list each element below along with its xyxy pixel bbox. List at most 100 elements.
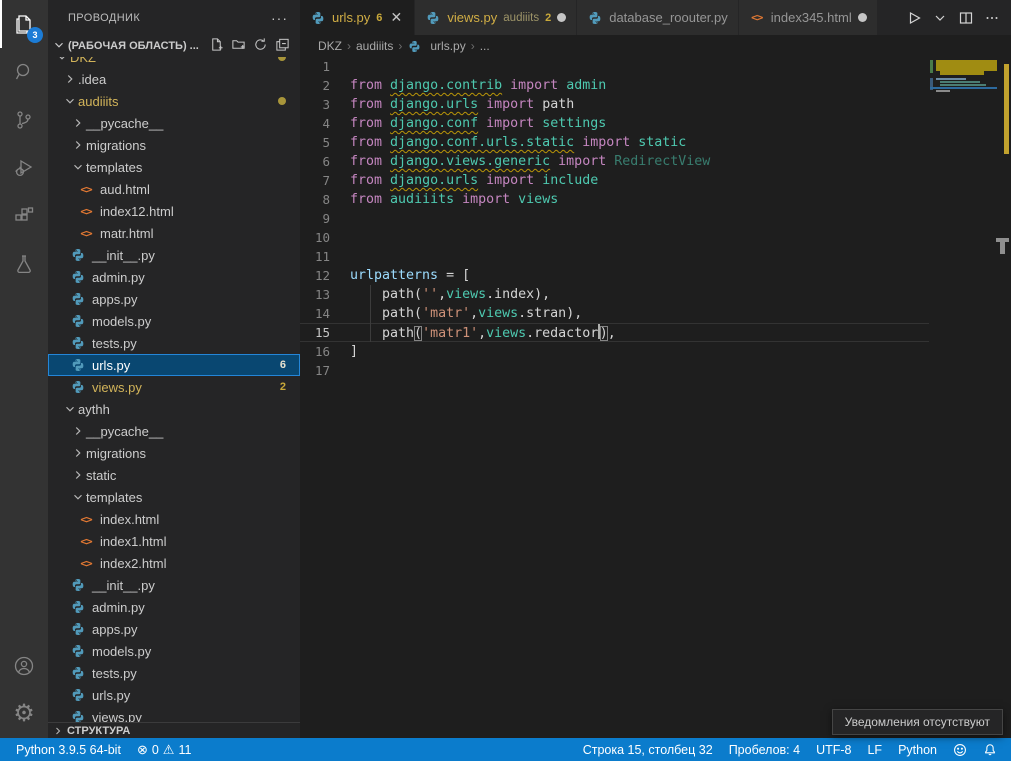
tree-item-templates[interactable]: templates [48, 156, 300, 178]
code-line[interactable]: 13 path('',views.index), [300, 285, 929, 304]
tab-views-py[interactable]: views.pyaudiiits2 [415, 0, 577, 35]
code-line[interactable]: 7from django.urls import include [300, 171, 929, 190]
code-line[interactable]: 1 [300, 57, 929, 76]
code-line[interactable]: 11 [300, 247, 929, 266]
tree-item--pycache-[interactable]: __pycache__ [48, 420, 300, 442]
breadcrumb-item[interactable]: audiiits [356, 39, 393, 53]
encoding-status[interactable]: UTF-8 [808, 738, 859, 761]
tree-item-tests-py[interactable]: tests.py [48, 662, 300, 684]
extensions-icon[interactable] [0, 192, 48, 240]
editor-scrollbar[interactable] [997, 57, 1011, 738]
tree-item-views-py[interactable]: views.py [48, 706, 300, 722]
explorer-more-actions-button[interactable]: ··· [271, 10, 288, 26]
tree-item-urls-py[interactable]: urls.py6 [48, 354, 300, 376]
more-icon[interactable] [981, 7, 1003, 29]
run-debug-icon[interactable] [0, 144, 48, 192]
tree-item-index12-html[interactable]: <>index12.html [48, 200, 300, 222]
run-dropdown-icon[interactable] [929, 7, 951, 29]
problems-status[interactable]: ⊗ 0 ⚠ 11 [129, 738, 200, 761]
new-file-icon[interactable] [209, 37, 224, 55]
language-mode-status[interactable]: Python [890, 738, 945, 761]
code-line[interactable]: 17 [300, 361, 929, 380]
code-line[interactable]: 5from django.conf.urls.static import sta… [300, 133, 929, 152]
tree-item-admin-py[interactable]: admin.py [48, 596, 300, 618]
search-icon[interactable] [0, 48, 48, 96]
code-line[interactable]: 4from django.conf import settings [300, 114, 929, 133]
tree-item-index1-html[interactable]: <>index1.html [48, 530, 300, 552]
code-text: from django.conf import settings [350, 114, 606, 133]
tree-item-templates[interactable]: templates [48, 486, 300, 508]
tree-item-models-py[interactable]: models.py [48, 640, 300, 662]
feedback-smiley-icon[interactable] [945, 738, 975, 761]
breadcrumb-item[interactable]: urls.py [430, 39, 465, 53]
tree-item-migrations[interactable]: migrations [48, 134, 300, 156]
tree-item-apps-py[interactable]: apps.py [48, 618, 300, 640]
tree-item--init-py[interactable]: __init__.py [48, 574, 300, 596]
tree-item--idea[interactable]: .idea [48, 68, 300, 90]
modified-dot [278, 97, 286, 105]
tree-item-index2-html[interactable]: <>index2.html [48, 552, 300, 574]
tree-item-models-py[interactable]: models.py [48, 310, 300, 332]
tab-database-roouter-py[interactable]: database_roouter.py [577, 0, 739, 35]
tree-item-label: tests.py [92, 336, 137, 351]
workspace-section-header[interactable]: (РАБОЧАЯ ОБЛАСТЬ) ... [48, 35, 300, 57]
code-line[interactable]: 9 [300, 209, 929, 228]
tab-index345-html[interactable]: <>index345.html [739, 0, 878, 35]
python-interpreter-status[interactable]: Python 3.9.5 64-bit [8, 738, 129, 761]
code-line[interactable]: 3from django.urls import path [300, 95, 929, 114]
outline-section-header[interactable]: СТРУКТУРА [48, 722, 300, 738]
explorer-icon[interactable]: 3 [0, 0, 48, 48]
code-line[interactable]: 6from django.views.generic import Redire… [300, 152, 929, 171]
tree-item-views-py[interactable]: views.py2 [48, 376, 300, 398]
code-editor[interactable]: 12from django.contrib import admin3from … [300, 57, 1011, 738]
testing-icon[interactable] [0, 240, 48, 288]
tree-item-audiiits[interactable]: audiiits [48, 90, 300, 112]
code-line[interactable]: 14 path('matr',views.stran), [300, 304, 929, 323]
tree-item--init-py[interactable]: __init__.py [48, 244, 300, 266]
tree-item-static[interactable]: static [48, 464, 300, 486]
tree-item-migrations[interactable]: migrations [48, 442, 300, 464]
minimap[interactable] [930, 57, 997, 317]
collapse-all-icon[interactable] [275, 37, 290, 55]
python-file-icon [70, 335, 86, 351]
settings-icon[interactable]: ⚙ [0, 690, 48, 738]
eol-status[interactable]: LF [859, 738, 890, 761]
tree-item-label: migrations [86, 138, 146, 153]
dirty-indicator-dot[interactable] [858, 13, 867, 22]
dirty-indicator-dot[interactable] [557, 13, 566, 22]
code-line[interactable]: 12urlpatterns = [ [300, 266, 929, 285]
tree-item-aud-html[interactable]: <>aud.html [48, 178, 300, 200]
tree-item-urls-py[interactable]: urls.py [48, 684, 300, 706]
chevron-right-icon [62, 71, 78, 87]
notifications-bell-icon[interactable] [975, 738, 1005, 761]
code-line[interactable]: 2from django.contrib import admin [300, 76, 929, 95]
source-control-icon[interactable] [0, 96, 48, 144]
breadcrumb-item[interactable]: ... [480, 39, 490, 53]
scrollbar-handle-stem[interactable] [1000, 242, 1005, 254]
tab-urls-py[interactable]: urls.py6✕ [300, 0, 415, 35]
tree-item-dkz[interactable]: DKZ [48, 57, 300, 68]
breadcrumb-item[interactable]: DKZ [318, 39, 342, 53]
tree-item--pycache-[interactable]: __pycache__ [48, 112, 300, 134]
tree-item-tests-py[interactable]: tests.py [48, 332, 300, 354]
close-tab-icon[interactable]: ✕ [388, 9, 404, 26]
code-text: from django.contrib import admin [350, 76, 606, 95]
code-line[interactable]: 8from audiiits import views [300, 190, 929, 209]
tree-item-aythh[interactable]: aythh [48, 398, 300, 420]
account-icon[interactable] [0, 642, 48, 690]
tree-item-apps-py[interactable]: apps.py [48, 288, 300, 310]
code-line-current[interactable]: 15 path('matr1',views.redactor), [300, 323, 929, 342]
run-icon[interactable] [903, 7, 925, 29]
refresh-icon[interactable] [253, 37, 268, 55]
activity-bar: 3 ⚙ [0, 0, 48, 738]
code-line[interactable]: 16] [300, 342, 929, 361]
cursor-position-status[interactable]: Строка 15, столбец 32 [575, 738, 721, 761]
tree-item-matr-html[interactable]: <>matr.html [48, 222, 300, 244]
code-line[interactable]: 10 [300, 228, 929, 247]
split-editor-icon[interactable] [955, 7, 977, 29]
indentation-status[interactable]: Пробелов: 4 [721, 738, 808, 761]
tree-item-admin-py[interactable]: admin.py [48, 266, 300, 288]
tree-item-label: .idea [78, 72, 106, 87]
tree-item-index-html[interactable]: <>index.html [48, 508, 300, 530]
new-folder-icon[interactable] [231, 37, 246, 55]
